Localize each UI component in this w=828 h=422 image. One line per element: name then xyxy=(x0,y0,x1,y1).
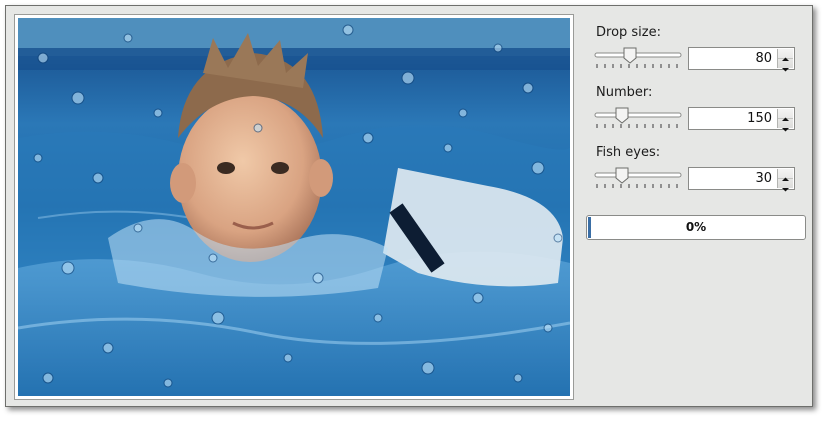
progress-bar: 0% xyxy=(586,215,806,240)
fish-eyes-decrement[interactable] xyxy=(778,179,793,192)
fish-eyes-value[interactable]: 30 xyxy=(755,171,772,186)
drop-size-increment[interactable] xyxy=(778,49,793,61)
drop-size-decrement[interactable] xyxy=(778,59,793,72)
number-decrement[interactable] xyxy=(778,119,793,132)
fish-eyes-spinbox[interactable]: 30 xyxy=(688,167,795,192)
number-increment[interactable] xyxy=(778,109,793,121)
number-slider[interactable] xyxy=(594,106,682,130)
number-label: Number: xyxy=(596,85,653,100)
drop-size-value[interactable]: 80 xyxy=(755,51,772,66)
fish-eyes-label: Fish eyes: xyxy=(596,145,661,160)
fish-eyes-spin-buttons xyxy=(777,169,793,192)
spin-down-arrow-icon xyxy=(782,188,789,192)
slider-handle-icon xyxy=(623,47,637,64)
raindrops-dialog: Drop size: 80 Number: 150 Fish eyes: 30 … xyxy=(5,5,813,407)
fish-eyes-increment[interactable] xyxy=(778,169,793,181)
slider-handle-icon xyxy=(615,107,629,124)
fish-eyes-slider[interactable] xyxy=(594,166,682,190)
drop-size-label: Drop size: xyxy=(596,25,661,40)
drop-size-spinbox[interactable]: 80 xyxy=(688,47,795,72)
drop-size-slider[interactable] xyxy=(594,46,682,70)
progress-text: 0% xyxy=(685,220,707,234)
controls-panel: Drop size: 80 Number: 150 Fish eyes: 30 … xyxy=(586,6,806,406)
number-spinbox[interactable]: 150 xyxy=(688,107,795,132)
spin-down-arrow-icon xyxy=(782,128,789,132)
slider-handle-icon xyxy=(615,167,629,184)
number-spin-buttons xyxy=(777,109,793,132)
preview-photo xyxy=(18,18,570,396)
number-value[interactable]: 150 xyxy=(747,111,772,126)
preview-frame xyxy=(14,14,574,400)
drop-size-spin-buttons xyxy=(777,49,793,72)
preview-image xyxy=(18,18,570,396)
spin-down-arrow-icon xyxy=(782,68,789,72)
